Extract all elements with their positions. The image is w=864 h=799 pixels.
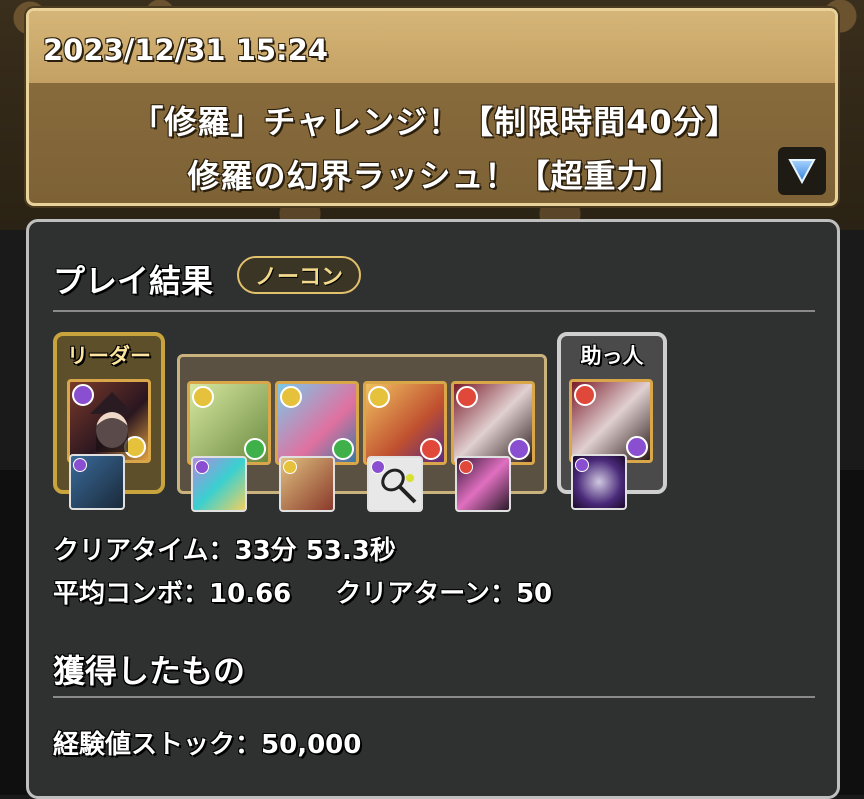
rewards-heading: 獲得したもの [53,652,246,690]
clear-time-value: 33分 53.3秒 [234,536,396,566]
pink-swirl-assist[interactable] [455,456,511,512]
dark-attribute-icon [575,458,589,472]
avg-combo-label: 平均コンボ： [53,579,210,609]
dark-orb-assist[interactable] [571,454,627,510]
dark-attribute-icon [626,436,648,458]
helper-masked-demon-character-card[interactable] [569,379,653,463]
witch-portrait-icon [90,392,134,452]
tennis-racket-assist[interactable] [367,456,423,512]
play-result-heading: プレイ結果 [53,262,214,300]
dungeon-title-line1: 「修羅」チャレンジ！【制限時間40分】 [131,103,739,141]
green-haired-character-card[interactable] [187,381,271,465]
result-panel: プレイ結果 ノーコン リーダー 助っ人 クリアタイム：33分 53.3秒 平均コ… [26,219,840,799]
divider [53,310,815,312]
fire-attribute-icon [574,384,596,406]
dark-suit-character-assist[interactable] [69,454,125,510]
wood-attribute-icon [332,438,354,460]
dark-attribute-icon [508,438,530,460]
dark-attribute-icon [195,460,209,474]
fire-attribute-icon [459,460,473,474]
clear-turn-label: クリアターン： [335,579,516,609]
avg-combo-value: 10.66 [209,579,292,609]
fire-attribute-icon [420,438,442,460]
rainbow-dragon-assist[interactable] [191,456,247,512]
clear-time-label: クリアタイム： [53,536,235,566]
exp-stock-value: 50,000 [261,730,362,760]
divider [53,696,815,698]
light-attribute-icon [283,460,297,474]
combo-turn-line: 平均コンボ：10.66 クリアターン：50 [53,573,552,610]
clear-time-line: クリアタイム：33分 53.3秒 [53,530,396,567]
chopper-character-card[interactable] [275,381,359,465]
play-datetime: 2023/12/31 15:24 [43,33,329,67]
clear-turn-value: 50 [515,579,553,609]
dark-attribute-icon [73,458,87,472]
expand-button[interactable] [778,147,826,195]
witch-character-card[interactable] [67,379,151,463]
leader-label: リーダー [67,344,151,368]
wood-attribute-icon [244,438,266,460]
warrior-character-assist[interactable] [279,456,335,512]
light-attribute-icon [280,386,302,408]
masked-demon-character-card[interactable] [451,381,535,465]
helper-label: 助っ人 [580,344,644,368]
dungeon-header[interactable]: 2023/12/31 15:24 「修羅」チャレンジ！【制限時間40分】 修羅の… [26,8,838,206]
light-attribute-icon [368,386,390,408]
tennis-racket-icon [381,468,417,504]
exp-stock-line: 経験値ストック：50,000 [53,724,361,761]
dungeon-title-line2: 修羅の幻界ラッシュ！【超重力】 [187,157,683,195]
no-continue-badge: ノーコン [237,256,361,294]
exp-stock-label: 経験値ストック： [53,730,262,760]
triangle-down-icon [788,159,816,185]
horned-demon-character-card[interactable] [363,381,447,465]
fire-attribute-icon [456,386,478,408]
light-attribute-icon [192,386,214,408]
